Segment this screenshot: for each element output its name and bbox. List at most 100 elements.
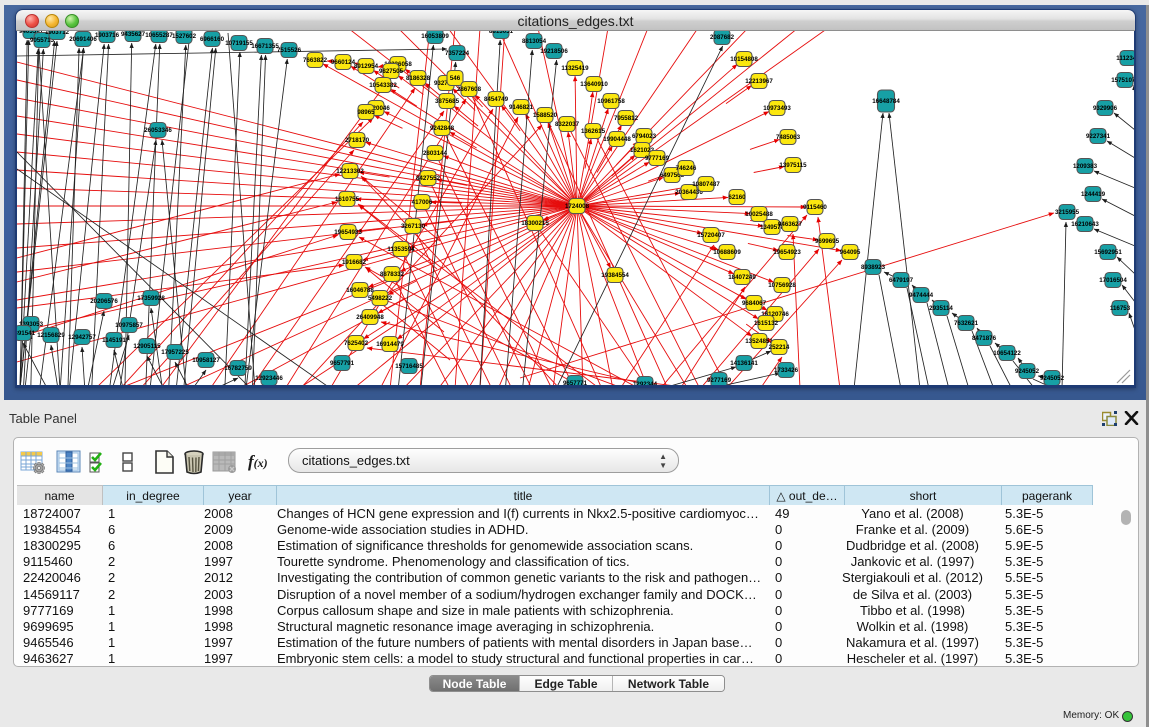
svg-text:1112345: 1112345 [1116,55,1134,62]
svg-text:10025488: 10025488 [745,211,773,218]
svg-text:9329906: 9329906 [1093,105,1118,112]
svg-text:9463627: 9463627 [778,221,803,228]
svg-text:8878332: 8878332 [380,271,405,278]
svg-text:10154808: 10154808 [730,56,758,63]
svg-text:10654122: 10654122 [993,350,1021,357]
svg-text:11353594: 11353594 [387,246,415,253]
svg-text:17957225: 17957225 [161,349,189,356]
svg-text:17016504: 17016504 [1099,277,1127,284]
svg-text:3875685: 3875685 [435,98,460,105]
svg-text:10655287: 10655287 [145,32,173,39]
svg-text:10975857: 10975857 [115,322,143,329]
svg-text:6794023: 6794023 [632,133,657,140]
svg-text:26409948: 26409948 [356,314,384,321]
svg-text:2867608: 2867608 [457,86,482,93]
svg-text:7632621: 7632621 [954,320,979,327]
svg-text:12213302: 12213302 [336,168,364,175]
svg-text:1588520: 1588520 [533,112,558,119]
svg-text:1145191: 1145191 [102,337,126,344]
svg-text:8427552: 8427552 [416,175,441,182]
svg-text:62160: 62160 [728,194,746,201]
svg-text:1244419: 1244419 [1081,191,1106,198]
svg-text:417006: 417006 [412,199,433,206]
svg-text:1903712: 1903712 [45,31,70,36]
svg-text:13975115: 13975115 [779,162,807,169]
svg-text:9245052: 9245052 [1015,368,1040,375]
svg-text:9242848: 9242848 [430,125,455,132]
svg-text:2803144: 2803144 [423,150,448,157]
svg-text:15720407: 15720407 [697,232,725,239]
svg-text:7625402: 7625402 [344,340,369,347]
svg-text:16648784: 16648784 [872,98,900,105]
svg-text:14136141: 14136141 [730,360,758,367]
svg-text:10958127: 10958127 [192,357,220,364]
svg-text:18300215: 18300215 [521,220,549,227]
svg-text:12905115: 12905115 [133,343,161,350]
svg-text:1292344: 1292344 [633,381,658,385]
svg-text:7515526: 7515526 [277,47,302,54]
svg-text:9245052: 9245052 [1040,375,1065,382]
svg-text:16053809: 16053809 [421,33,449,40]
svg-text:19218506: 19218506 [540,48,568,55]
svg-text:13640910: 13640910 [580,81,608,88]
svg-text:9474444: 9474444 [909,292,934,299]
svg-text:9435627: 9435627 [121,31,146,38]
svg-text:8912954: 8912954 [354,63,379,70]
svg-text:9657791: 9657791 [330,360,355,367]
svg-text:18407249: 18407249 [728,274,756,281]
svg-text:20206576: 20206576 [90,298,118,305]
svg-text:15751074: 15751074 [1111,77,1134,84]
svg-text:3215955: 3215955 [1055,209,1080,216]
svg-text:1733426: 1733426 [774,367,799,374]
svg-text:19384554: 19384554 [601,272,629,279]
svg-text:1916682: 1916682 [342,259,367,266]
svg-text:26053346: 26053346 [144,127,172,134]
svg-text:16046788: 16046788 [346,287,374,294]
svg-text:6966160: 6966160 [200,36,225,43]
svg-text:7357224: 7357224 [445,50,470,57]
svg-text:9660124: 9660124 [331,59,356,66]
svg-text:10973493: 10973493 [763,105,791,112]
svg-text:1209383: 1209383 [1073,163,1098,170]
svg-text:16671355: 16671355 [251,43,279,50]
svg-text:8186328: 8186328 [406,75,431,82]
svg-text:9657771: 9657771 [563,380,588,385]
svg-text:1903716: 1903716 [95,32,120,39]
svg-text:10688609: 10688609 [713,249,741,256]
svg-text:10543382: 10543382 [369,82,397,89]
svg-text:8938923: 8938923 [861,264,886,271]
svg-text:9684067: 9684067 [742,300,767,307]
svg-text:1527602: 1527602 [172,33,197,40]
svg-text:746246: 746246 [676,165,697,172]
svg-text:98965: 98965 [357,109,375,116]
svg-text:15692951: 15692951 [1094,249,1122,256]
svg-text:252214: 252214 [769,344,790,351]
svg-text:2718170: 2718170 [345,137,370,144]
svg-text:1610755: 1610755 [335,196,360,203]
svg-text:19654923: 19654923 [773,249,801,256]
svg-text:8454749: 8454749 [484,96,509,103]
svg-text:9777169: 9777169 [645,155,670,162]
svg-text:964095: 964095 [840,249,861,256]
svg-text:8813051: 8813051 [489,31,514,35]
svg-text:9115460: 9115460 [803,204,827,211]
svg-text:16782759: 16782759 [224,365,252,372]
svg-text:16210643: 16210643 [1071,221,1099,228]
svg-text:5498222: 5498222 [368,295,393,302]
svg-text:10756928: 10756928 [768,282,796,289]
svg-text:11325419: 11325419 [561,65,589,72]
svg-text:8322037: 8322037 [555,121,580,128]
svg-text:19904448: 19904448 [603,136,631,143]
svg-text:17359928: 17359928 [137,295,165,302]
svg-text:10719155: 10719155 [225,40,253,47]
svg-text:1615132: 1615132 [754,320,779,327]
svg-text:1391541: 1391541 [17,330,36,337]
svg-text:7485063: 7485063 [776,134,801,141]
svg-text:12156829: 12156829 [37,332,65,339]
svg-text:8813054: 8813054 [522,38,547,45]
svg-text:9227341: 9227341 [1086,133,1111,140]
svg-text:2087682: 2087682 [710,34,735,41]
svg-text:1362615: 1362615 [581,128,606,135]
svg-text:12923446: 12923446 [255,375,283,382]
svg-text:9146821: 9146821 [509,104,534,111]
